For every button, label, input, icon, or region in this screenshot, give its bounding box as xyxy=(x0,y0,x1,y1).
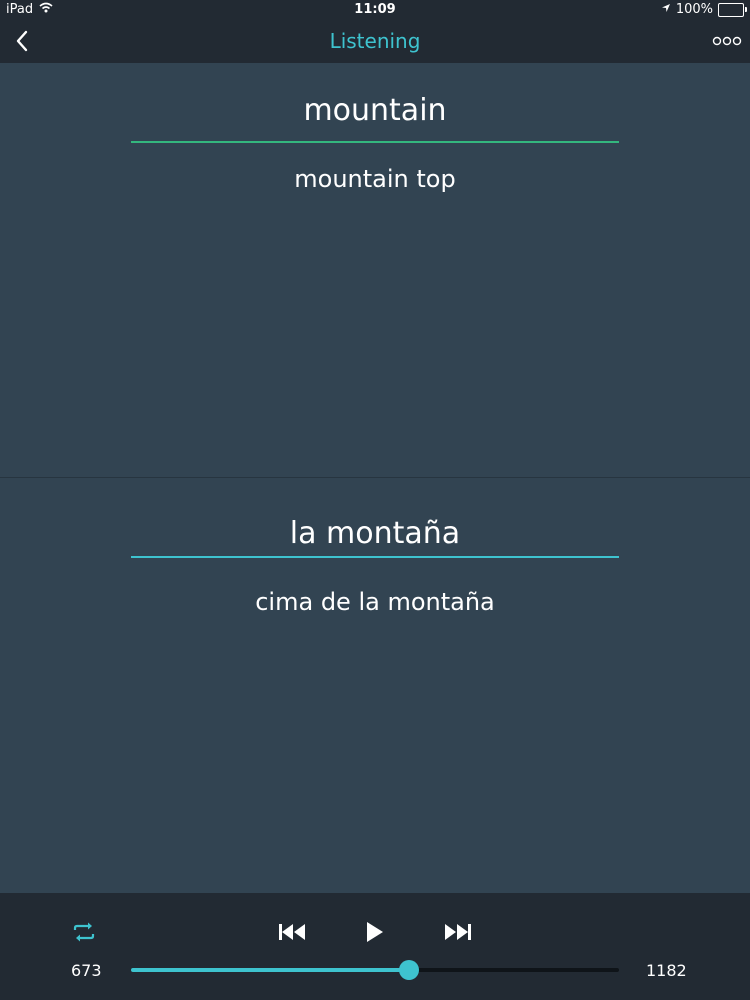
target-divider xyxy=(131,556,619,558)
play-button[interactable] xyxy=(364,920,386,948)
chevron-left-icon xyxy=(16,30,28,52)
total-count: 1182 xyxy=(646,961,687,980)
seek-progress xyxy=(131,968,409,972)
source-phrase: mountain top xyxy=(294,165,456,193)
source-divider xyxy=(131,141,619,143)
battery-percent: 100% xyxy=(675,2,713,17)
target-card[interactable]: la montaña cima de la montaña xyxy=(0,478,750,893)
more-dots-icon xyxy=(712,36,742,46)
source-card[interactable]: mountain mountain top xyxy=(0,63,750,477)
more-button[interactable] xyxy=(712,30,742,52)
status-right: 100% xyxy=(661,2,747,17)
battery-icon xyxy=(718,2,747,17)
fast-forward-button[interactable] xyxy=(442,922,472,946)
player-bar: 673 1182 xyxy=(0,893,750,1000)
location-arrow-icon xyxy=(661,2,671,17)
seek-handle[interactable] xyxy=(398,960,419,980)
seek-slider[interactable] xyxy=(131,960,619,980)
nav-bar: Listening xyxy=(0,20,750,63)
status-time: 11:09 xyxy=(354,2,396,17)
back-button[interactable] xyxy=(10,26,36,56)
source-word: mountain xyxy=(303,93,447,128)
target-word: la montaña xyxy=(289,516,461,551)
target-phrase: cima de la montaña xyxy=(255,588,495,616)
current-position: 673 xyxy=(71,961,102,980)
repeat-button[interactable] xyxy=(71,921,97,947)
rewind-icon xyxy=(279,924,305,940)
repeat-icon xyxy=(73,922,95,942)
fast-forward-icon xyxy=(445,924,471,940)
rewind-button[interactable] xyxy=(278,922,308,946)
status-bar: iPad 11:09 100% xyxy=(0,0,750,20)
page-title: Listening xyxy=(329,29,421,53)
play-icon xyxy=(367,922,383,942)
